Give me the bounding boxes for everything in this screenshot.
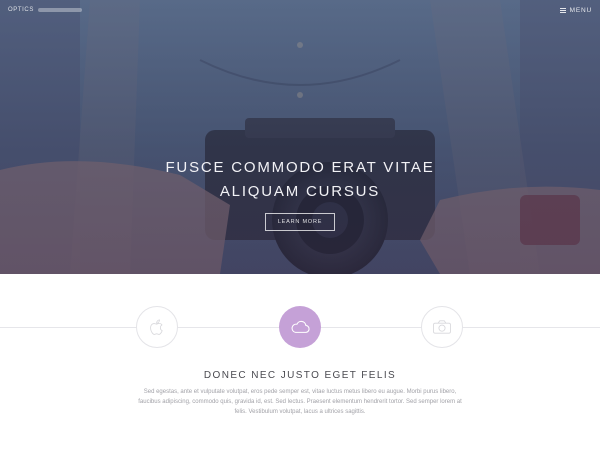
feature-title: DONEC NEC JUSTO EGET FELIS [203,370,397,381]
camera-icon [433,320,451,334]
menu-label: MENU [569,6,592,14]
page: OPTICS MENU FUSCE COMMODO ERAT VITAE ALI… [0,0,600,450]
brand-name: OPTICS [8,7,34,13]
learn-more-button[interactable]: LEARN MORE [265,213,335,231]
feature-camera[interactable] [421,306,463,348]
menu-button[interactable]: MENU [559,6,592,14]
feature-cloud[interactable] [279,306,321,348]
hamburger-icon [559,7,566,13]
hero-title-line-2: ALIQUAM CURSUS [219,183,381,200]
feature-apple[interactable] [136,306,178,348]
brand-logo[interactable]: OPTICS [8,7,82,13]
hero-title-line-1: FUSCE COMMODO ERAT VITAE [165,159,435,176]
brand-tagline-placeholder [37,8,82,12]
apple-icon [150,319,163,335]
hero-title: FUSCE COMMODO ERAT VITAE ALIQUAM CURSUS [0,156,600,204]
top-nav: OPTICS MENU [0,0,600,20]
cloud-icon [291,320,310,333]
hero-overlay [0,0,600,274]
feature-description: Sed egestas, ante et vulputate volutpat,… [138,389,462,415]
hero-banner: OPTICS MENU FUSCE COMMODO ERAT VITAE ALI… [0,0,600,274]
